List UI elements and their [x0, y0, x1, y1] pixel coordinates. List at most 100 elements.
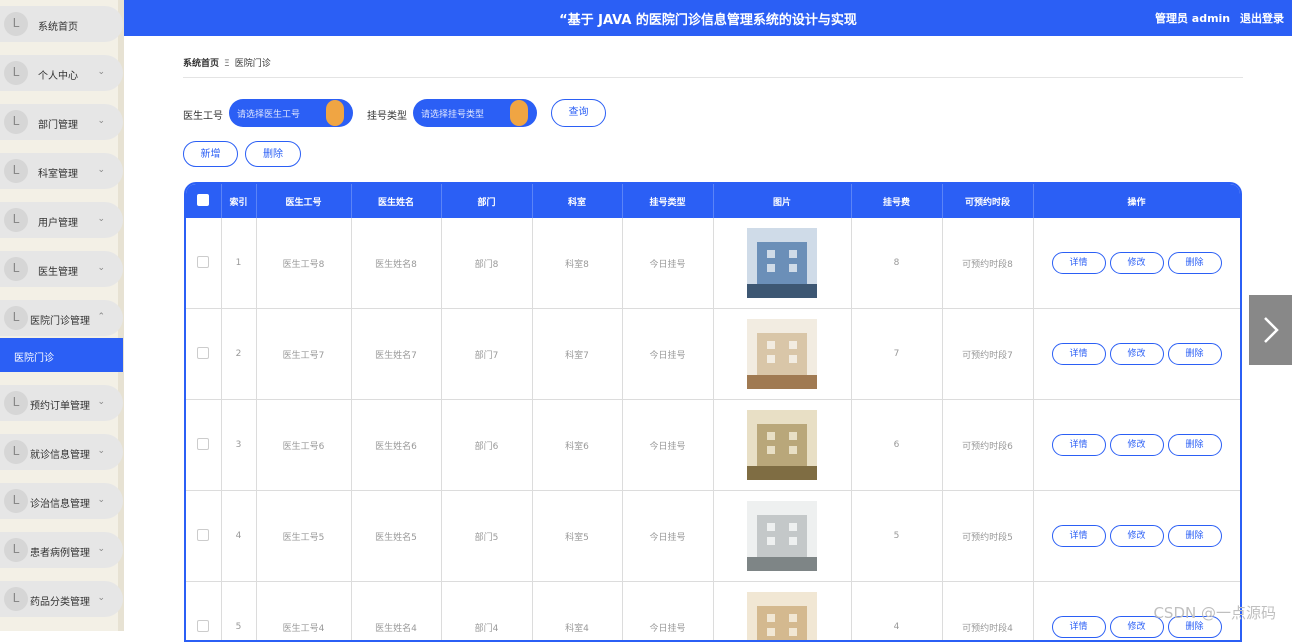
cell-slot: 可预约时段5 — [942, 491, 1033, 582]
reg-type-select[interactable]: 请选择挂号类型 — [413, 99, 537, 127]
cell-room: 科室7 — [532, 309, 622, 400]
sidebar-item-label: 药品分类管理 — [30, 593, 90, 608]
col-header-doctor-no: 医生工号 — [256, 184, 351, 218]
cell-image — [713, 218, 851, 309]
row-checkbox[interactable] — [197, 347, 209, 359]
sidebar-item-0[interactable]: L系统首页 — [0, 6, 123, 42]
cell-image — [713, 582, 851, 642]
table-row: 4医生工号5医生姓名5部门5科室5今日挂号5可预约时段5详情修改删除 — [186, 491, 1240, 582]
cell-image — [713, 491, 851, 582]
menu-icon: L — [4, 306, 28, 330]
cell-doctor-no: 医生工号5 — [256, 491, 351, 582]
cell-fee: 6 — [851, 400, 942, 491]
breadcrumb-home[interactable]: 系统首页 — [183, 59, 219, 69]
cell-doctor-no: 医生工号7 — [256, 309, 351, 400]
sidebar-item-label: 医院门诊 — [14, 349, 54, 364]
sidebar-item-3[interactable]: L科室管理⌄ — [0, 153, 123, 189]
col-header-image: 图片 — [713, 184, 851, 218]
sidebar-item-5[interactable]: L医生管理⌄ — [0, 251, 123, 287]
sidebar-item-12[interactable]: L药品分类管理⌄ — [0, 581, 123, 617]
table-row: 3医生工号6医生姓名6部门6科室6今日挂号6可预约时段6详情修改删除 — [186, 400, 1240, 491]
cell-slot: 可预约时段4 — [942, 582, 1033, 642]
chevron-icon: ⌄ — [97, 397, 105, 407]
delete-button[interactable]: 删除 — [1168, 252, 1222, 274]
sidebar-item-label: 系统首页 — [38, 18, 78, 33]
breadcrumb-divider — [183, 77, 1243, 78]
col-header-actions: 操作 — [1033, 184, 1240, 218]
detail-button[interactable]: 详情 — [1052, 434, 1106, 456]
cell-fee: 4 — [851, 582, 942, 642]
table-row: 1医生工号8医生姓名8部门8科室8今日挂号8可预约时段8详情修改删除 — [186, 218, 1240, 309]
row-checkbox[interactable] — [197, 529, 209, 541]
watermark: CSDN @一点源码 — [1153, 602, 1276, 623]
sidebar-item-label: 预约订单管理 — [30, 397, 90, 412]
col-header-fee: 挂号费 — [851, 184, 942, 218]
hospital-photo — [747, 228, 817, 298]
cell-doctor-name: 医生姓名5 — [351, 491, 441, 582]
cell-index: 2 — [221, 309, 256, 400]
cell-doctor-no: 医生工号4 — [256, 582, 351, 642]
delete-button[interactable]: 删除 — [1168, 525, 1222, 547]
delete-button[interactable]: 删除 — [1168, 343, 1222, 365]
sidebar-item-1[interactable]: L个人中心⌄ — [0, 55, 123, 91]
batch-delete-button[interactable]: 删除 — [245, 141, 301, 167]
row-checkbox[interactable] — [197, 438, 209, 450]
row-checkbox[interactable] — [197, 620, 209, 632]
sidebar-item-label: 患者病例管理 — [30, 544, 90, 559]
detail-button[interactable]: 详情 — [1052, 525, 1106, 547]
add-button[interactable]: 新增 — [183, 141, 238, 167]
sidebar-item-10[interactable]: L诊治信息管理⌄ — [0, 483, 123, 519]
detail-button[interactable]: 详情 — [1052, 252, 1106, 274]
sidebar-item-4[interactable]: L用户管理⌄ — [0, 202, 123, 238]
delete-button[interactable]: 删除 — [1168, 434, 1222, 456]
sidebar-item-6[interactable]: L医院门诊管理⌃ — [0, 300, 123, 336]
logout-link[interactable]: 退出登录 — [1240, 12, 1284, 25]
sidebar-item-label: 诊治信息管理 — [30, 495, 90, 510]
detail-button[interactable]: 详情 — [1052, 343, 1106, 365]
table-row: 5医生工号4医生姓名4部门4科室4今日挂号4可预约时段4详情修改删除 — [186, 582, 1240, 642]
doctor-no-placeholder: 请选择医生工号 — [237, 107, 300, 120]
col-header-index: 索引 — [221, 184, 256, 218]
select-toggle-knob-icon[interactable] — [510, 100, 528, 126]
cell-doctor-name: 医生姓名8 — [351, 218, 441, 309]
detail-button[interactable]: 详情 — [1052, 616, 1106, 638]
select-toggle-knob-icon[interactable] — [326, 100, 344, 126]
sidebar-item-11[interactable]: L患者病例管理⌄ — [0, 532, 123, 568]
select-all-checkbox[interactable] — [197, 194, 209, 206]
chevron-icon: ⌄ — [97, 67, 105, 77]
cell-doctor-name: 医生姓名4 — [351, 582, 441, 642]
hospital-photo — [747, 592, 817, 642]
menu-icon: L — [4, 208, 28, 232]
sidebar-item-7[interactable]: 医院门诊 — [0, 338, 123, 372]
system-title: “基于 JAVA 的医院门诊信息管理系统的设计与实现 — [124, 9, 1292, 28]
chevron-icon: ⌄ — [97, 446, 105, 456]
cell-fee: 7 — [851, 309, 942, 400]
cell-index: 5 — [221, 582, 256, 642]
sidebar-item-9[interactable]: L就诊信息管理 ⌄ — [0, 434, 123, 470]
cell-room: 科室8 — [532, 218, 622, 309]
row-checkbox[interactable] — [197, 256, 209, 268]
row-select-cell — [186, 491, 221, 582]
menu-icon: L — [4, 440, 28, 464]
doctor-no-label: 医生工号 — [183, 107, 223, 122]
cell-slot: 可预约时段8 — [942, 218, 1033, 309]
edit-button[interactable]: 修改 — [1110, 343, 1164, 365]
edit-button[interactable]: 修改 — [1110, 525, 1164, 547]
cell-slot: 可预约时段7 — [942, 309, 1033, 400]
doctor-no-select[interactable]: 请选择医生工号 — [229, 99, 353, 127]
table-row: 2医生工号7医生姓名7部门7科室7今日挂号7可预约时段7详情修改删除 — [186, 309, 1240, 400]
sidebar-item-2[interactable]: L部门管理⌄ — [0, 104, 123, 140]
reg-type-placeholder: 请选择挂号类型 — [421, 107, 484, 120]
edit-button[interactable]: 修改 — [1110, 434, 1164, 456]
sidebar-item-label: 就诊信息管理 — [30, 446, 90, 461]
next-page-arrow[interactable] — [1249, 295, 1292, 365]
query-button[interactable]: 查询 — [551, 99, 606, 127]
chevron-icon: ⌄ — [97, 263, 105, 273]
menu-icon: L — [4, 587, 28, 611]
sidebar-item-8[interactable]: L预约订单管理⌄ — [0, 385, 123, 421]
hospital-photo — [747, 501, 817, 571]
cell-type: 今日挂号 — [622, 491, 713, 582]
edit-button[interactable]: 修改 — [1110, 252, 1164, 274]
cell-index: 1 — [221, 218, 256, 309]
cell-index: 4 — [221, 491, 256, 582]
